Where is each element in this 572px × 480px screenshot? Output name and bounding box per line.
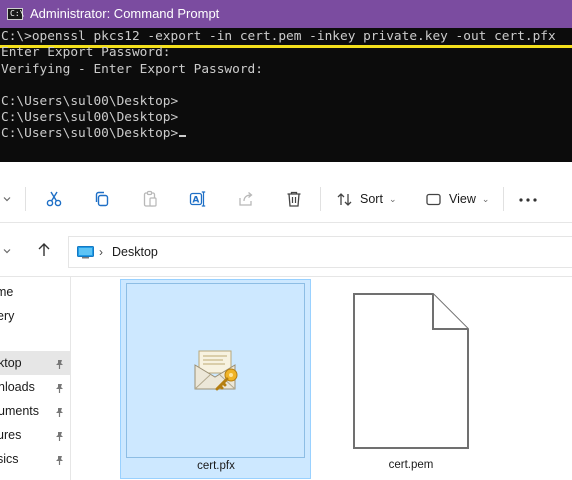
cmd-prompt-line: C:\Users\sul00\Desktop> <box>1 94 179 109</box>
nav-item-music[interactable]: sics <box>0 447 70 471</box>
share-icon <box>237 190 255 208</box>
sort-icon <box>336 191 353 208</box>
view-button[interactable]: View ⌄ <box>425 188 489 210</box>
nav-item-desktop[interactable]: ktop <box>0 351 70 375</box>
file-explorer-window[interactable]: A Sort ⌄ View ⌄ › Desktop me ery ktop nl… <box>0 162 572 480</box>
cmd-app-icon: C:\ <box>7 8 24 20</box>
view-label: View <box>449 192 476 206</box>
up-button[interactable] <box>36 241 52 263</box>
blank-file-icon <box>351 291 471 456</box>
chevron-down-icon: ⌄ <box>388 193 397 204</box>
rename-button[interactable]: A <box>189 188 207 210</box>
pin-icon <box>54 405 65 423</box>
rename-icon: A <box>189 190 207 208</box>
cut-icon <box>45 190 63 208</box>
cmd-prompt-line-active: C:\Users\sul00\Desktop> <box>1 126 187 142</box>
cmd-window-title: Administrator: Command Prompt <box>30 6 220 21</box>
file-thumbnail-frame <box>126 283 305 458</box>
paste-icon <box>141 190 159 208</box>
toolbar-separator <box>503 187 504 211</box>
nav-item-label: ktop <box>0 356 22 370</box>
cut-button[interactable] <box>45 188 63 210</box>
cmd-prompt-text: C:\Users\sul00\Desktop> <box>1 126 179 141</box>
cmd-prompt-line: C:\Users\sul00\Desktop> <box>1 110 179 125</box>
chevron-down-icon <box>2 243 12 261</box>
chevron-down-icon <box>2 194 12 204</box>
breadcrumb-chevron-icon: › <box>99 245 103 259</box>
chevron-down-icon: ⌄ <box>481 193 490 204</box>
toolbar-separator <box>320 187 321 211</box>
copy-icon <box>93 190 111 208</box>
breadcrumb-desktop[interactable]: Desktop <box>112 245 158 259</box>
file-item-cert-pem[interactable]: cert.pem <box>331 277 491 477</box>
trash-icon <box>285 190 303 208</box>
toolbar-separator <box>25 187 26 211</box>
cmd-titlebar[interactable]: C:\ Administrator: Command Prompt <box>0 0 572 28</box>
nav-item-label: uments <box>0 404 39 418</box>
sort-label: Sort <box>360 192 383 206</box>
cmd-output-line: Verifying - Enter Export Password: <box>1 62 263 77</box>
nav-item-home[interactable]: me <box>0 280 70 304</box>
copy-button[interactable] <box>93 188 111 210</box>
navigation-pane: me ery ktop nloads uments ures sics <box>0 277 71 480</box>
text-cursor <box>179 135 187 137</box>
nav-item-label: ures <box>0 428 22 442</box>
command-prompt-window[interactable]: C:\ Administrator: Command Prompt C:\>op… <box>0 0 572 162</box>
sort-button[interactable]: Sort ⌄ <box>336 188 396 210</box>
certificate-icon <box>193 349 241 398</box>
pin-icon <box>54 381 65 399</box>
cmd-console[interactable]: C:\>openssl pkcs12 -export -in cert.pem … <box>0 29 572 162</box>
cmd-output-line: Enter Export Password: <box>1 45 171 60</box>
more-icon <box>518 190 538 208</box>
command-bar: A Sort ⌄ View ⌄ <box>0 172 572 223</box>
nav-item-gallery[interactable]: ery <box>0 304 70 328</box>
file-name: cert.pfx <box>197 460 235 472</box>
nav-item-label: ery <box>0 309 15 323</box>
pin-icon <box>54 357 65 375</box>
more-options-button[interactable] <box>518 188 538 210</box>
file-name: cert.pem <box>388 459 434 471</box>
pin-icon <box>54 429 65 447</box>
arrow-up-icon <box>36 242 52 263</box>
file-list[interactable]: cert.pfx cert.pem <box>71 277 572 480</box>
nav-item-label: nloads <box>0 380 35 394</box>
nav-item-downloads[interactable]: nloads <box>0 375 70 399</box>
svg-text:A: A <box>192 196 199 206</box>
nav-item-label: sics <box>0 452 19 466</box>
nav-item-label: me <box>0 285 14 299</box>
share-button[interactable] <box>237 188 255 210</box>
cmd-command-line: C:\>openssl pkcs12 -export -in cert.pem … <box>1 29 556 44</box>
delete-button[interactable] <box>285 188 303 210</box>
monitor-icon <box>77 246 94 264</box>
nav-item-documents[interactable]: uments <box>0 399 70 423</box>
pin-icon <box>54 453 65 471</box>
paste-button[interactable] <box>141 188 159 210</box>
address-bar[interactable]: › Desktop <box>68 236 572 268</box>
nav-item-pictures[interactable]: ures <box>0 423 70 447</box>
forward-dropdown[interactable] <box>2 241 12 263</box>
file-item-cert-pfx[interactable]: cert.pfx <box>120 279 311 479</box>
view-icon <box>425 191 442 208</box>
navigation-bar: › Desktop <box>0 228 572 277</box>
new-dropdown-chevron[interactable] <box>2 188 12 210</box>
